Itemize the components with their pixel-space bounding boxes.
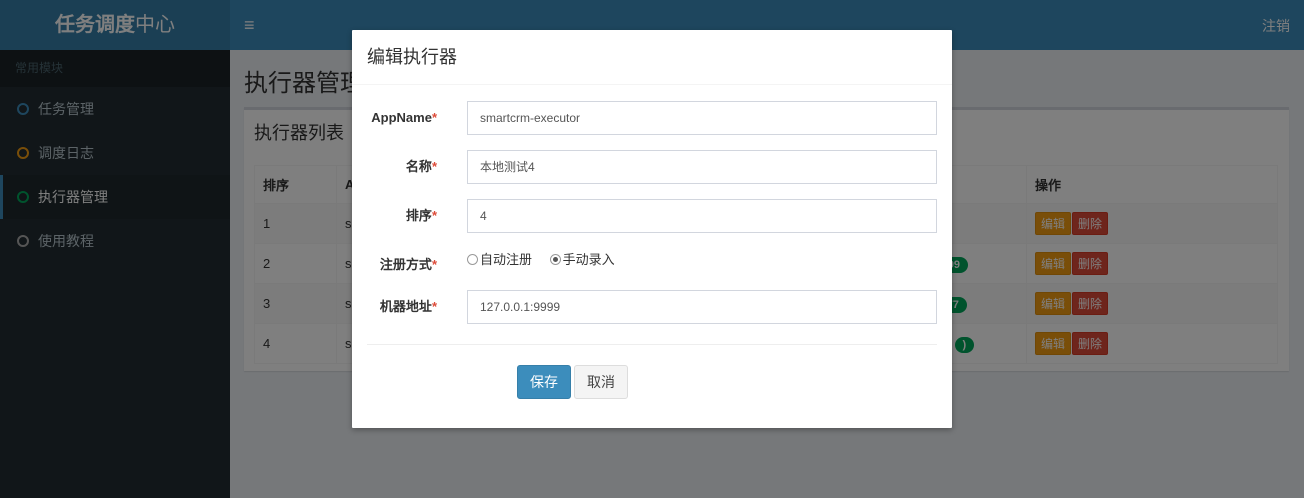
modal-title: 编辑执行器 [352, 30, 952, 85]
form-row-order: 排序* 4 [352, 199, 952, 233]
edit-executor-modal: 编辑执行器 AppName* smartcrm-executor 名称* 本地测… [352, 30, 952, 428]
form-row-reg-type: 注册方式* 自动注册 手动录入 [352, 248, 952, 282]
radio-manual-entry[interactable]: 手动录入 [549, 252, 615, 267]
order-label: 排序* [405, 208, 437, 223]
radio-auto-register[interactable]: 自动注册 [467, 252, 532, 267]
form-row-address: 机器地址* 127.0.0.1:9999 [352, 290, 952, 324]
cancel-button[interactable]: 取消 [574, 365, 628, 399]
name-label: 名称* [405, 159, 437, 174]
form-row-name: 名称* 本地测试4 [352, 150, 952, 184]
address-label: 机器地址* [379, 299, 437, 314]
appname-input[interactable]: smartcrm-executor [467, 101, 937, 135]
reg-type-label: 注册方式* [379, 257, 437, 272]
radio-checked-icon[interactable] [549, 254, 561, 266]
appname-label: AppName* [371, 110, 437, 125]
name-input[interactable]: 本地测试4 [467, 150, 937, 184]
radio-unchecked-icon[interactable] [467, 254, 478, 266]
modal-divider [367, 344, 937, 345]
reg-type-radio-group: 自动注册 手动录入 [467, 248, 629, 272]
order-input[interactable]: 4 [467, 199, 937, 233]
form-row-appname: AppName* smartcrm-executor [352, 101, 952, 135]
address-input[interactable]: 127.0.0.1:9999 [467, 290, 937, 324]
save-button[interactable]: 保存 [517, 365, 571, 399]
